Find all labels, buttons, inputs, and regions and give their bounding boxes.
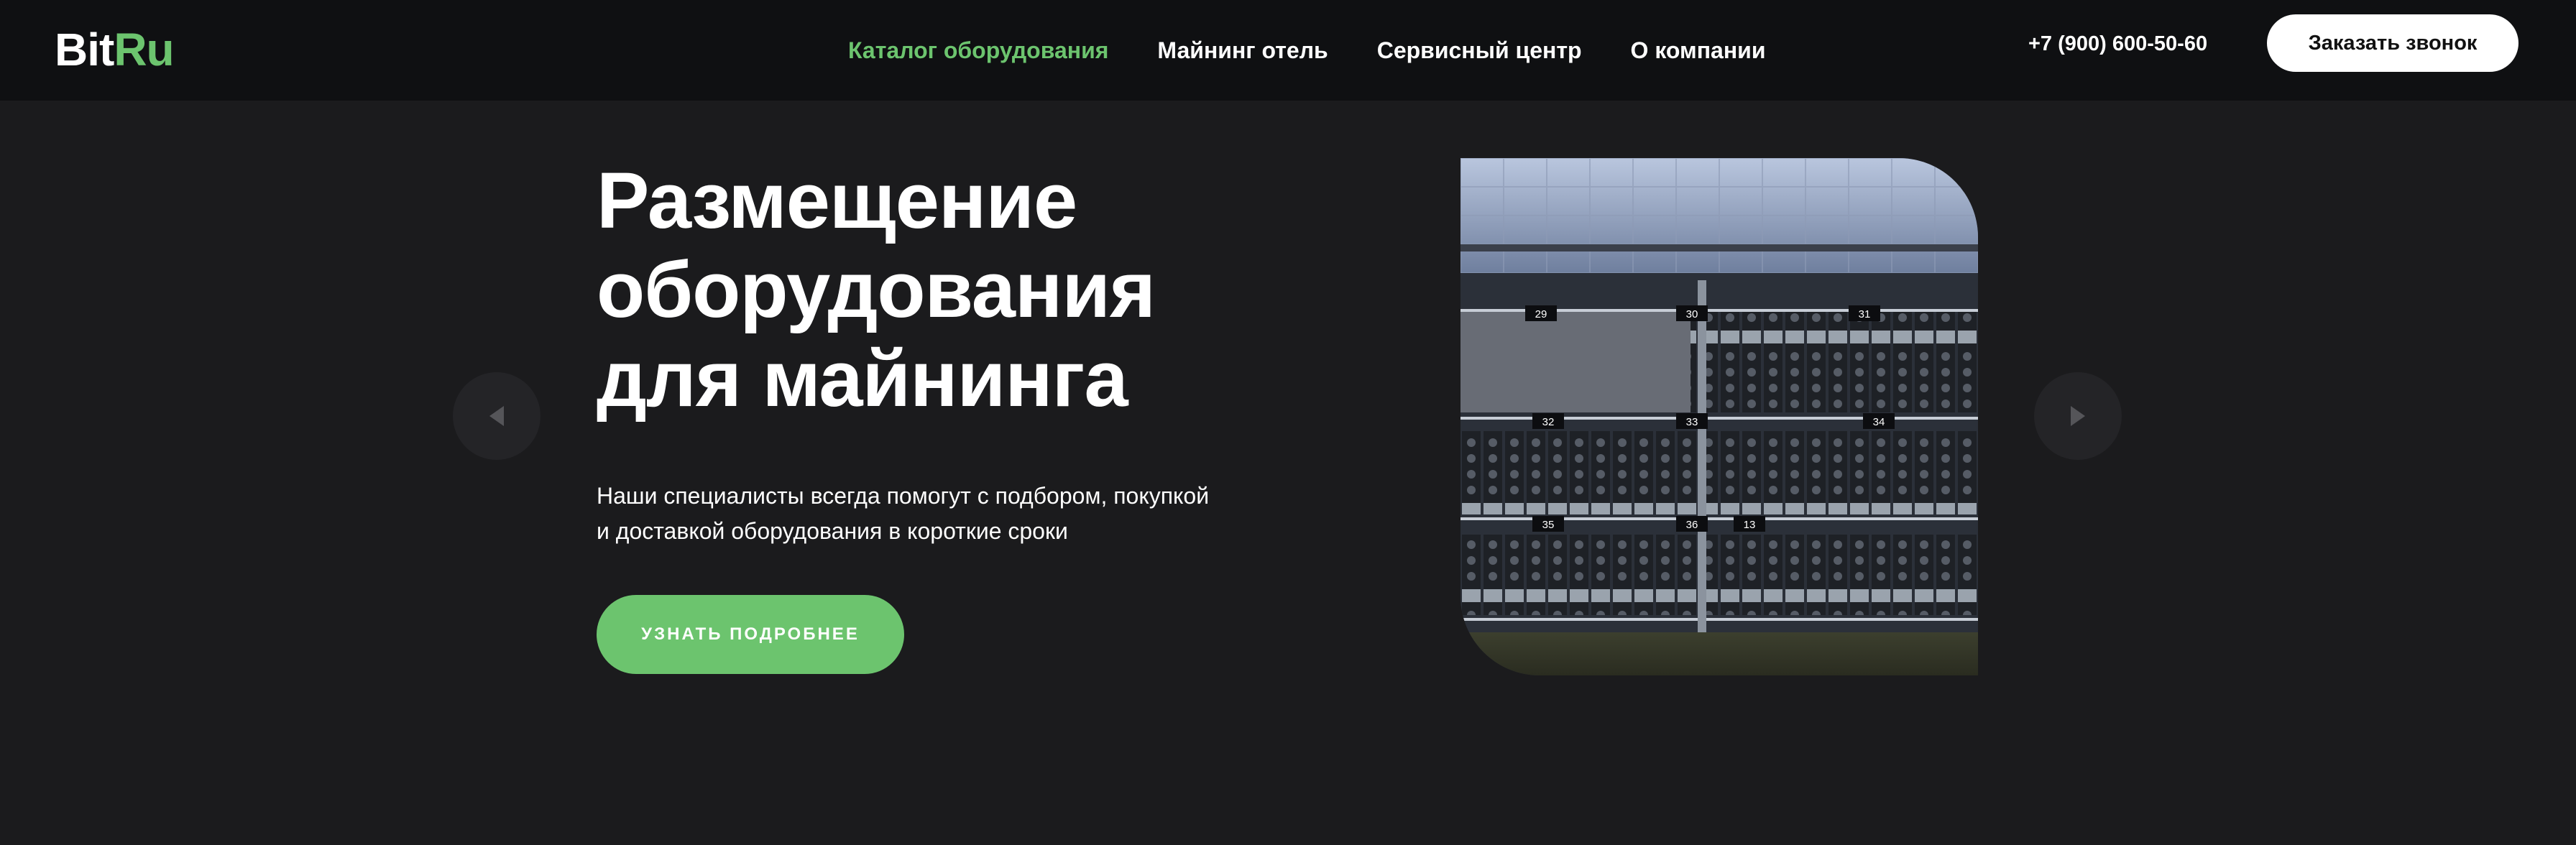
caret-right-icon (2071, 406, 2085, 426)
nav-item-service-center[interactable]: Сервисный центр (1377, 37, 1582, 64)
caret-left-icon (489, 406, 504, 426)
rack-number: 33 (1686, 416, 1698, 428)
phone-link[interactable]: +7 (900) 600-50-60 (2028, 0, 2207, 88)
slider-prev-button[interactable] (453, 372, 540, 460)
mining-farm-image: 29 30 31 32 33 34 35 36 13 (1460, 158, 1978, 675)
hero-description-line: Наши специалисты всегда помогут с подбор… (597, 483, 1210, 509)
logo-text-primary: Bit (55, 24, 114, 75)
learn-more-button[interactable]: УЗНАТЬ ПОДРОБНЕЕ (597, 595, 904, 674)
rack-number: 32 (1542, 416, 1555, 428)
nav-item-mining-hotel[interactable]: Майнинг отель (1157, 37, 1328, 64)
rack-number: 29 (1535, 308, 1547, 320)
hero-description: Наши специалисты всегда помогут с подбор… (597, 479, 1243, 549)
slider-next-button[interactable] (2034, 372, 2122, 460)
nav-item-catalog[interactable]: Каталог оборудования (848, 37, 1108, 64)
hero-title-line: оборудования (597, 246, 1156, 334)
logo[interactable]: BitRu (55, 17, 175, 82)
hero-description-line: и доставкой оборудования в короткие срок… (597, 518, 1068, 544)
site-header: BitRu Каталог оборудования Майнинг отель… (0, 0, 2576, 101)
rack-number: 30 (1686, 308, 1698, 320)
rack-number: 13 (1744, 519, 1756, 531)
rack-number: 36 (1686, 519, 1698, 531)
rack-number: 34 (1873, 416, 1885, 428)
hero-title-line: Размещение (597, 157, 1077, 245)
rack-number: 35 (1542, 519, 1555, 531)
rack-number: 31 (1859, 308, 1871, 320)
mining-racks-illustration: 29 30 31 32 33 34 35 36 13 (1460, 158, 1978, 675)
main-nav: Каталог оборудования Майнинг отель Серви… (848, 0, 1766, 101)
hero-title-line: для майнинга (597, 335, 1128, 423)
logo-text-accent: Ru (114, 24, 174, 75)
callback-button[interactable]: Заказать звонок (2267, 14, 2518, 72)
nav-item-about[interactable]: О компании (1631, 37, 1766, 64)
hero-title: Размещение оборудования для майнинга (597, 157, 1243, 424)
